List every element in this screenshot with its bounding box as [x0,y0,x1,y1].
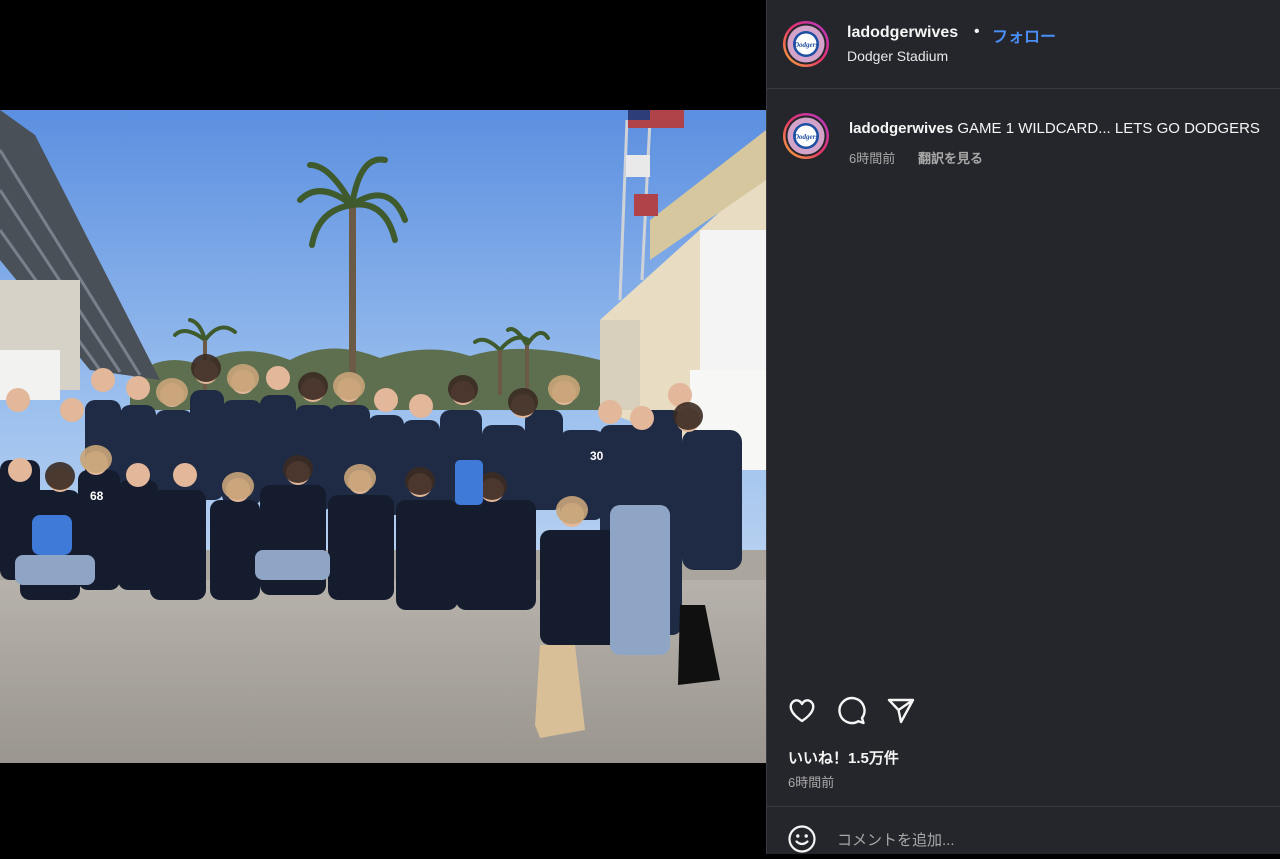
post-side-panel: Dodgers ladodgerwives • フォロー Dodger Stad… [766,0,1280,859]
logo-text: Dodgers [793,133,818,141]
caption-time: 6時間前 [849,151,896,166]
comment-input[interactable] [835,821,1259,859]
svg-text:68: 68 [90,489,104,503]
paper-plane-icon[interactable] [885,694,917,726]
add-comment-bar [767,806,1280,859]
caption-text: ladodgerwives GAME 1 WILDCARD... LETS GO… [849,120,1279,137]
post-username[interactable]: ladodgerwives [847,24,958,42]
smiley-icon[interactable] [787,824,817,854]
action-bar [767,690,1280,730]
media-pane: 30 68 [0,0,766,854]
dodgers-logo-avatar-icon[interactable]: Dodgers [782,112,830,160]
post-photo[interactable]: 30 68 [0,110,766,763]
logo-text: Dodgers [793,41,818,49]
post-location[interactable]: Dodger Stadium [847,48,948,64]
dodgers-logo-avatar-icon[interactable]: Dodgers [782,20,830,68]
dot-separator: • [974,23,980,40]
heart-icon[interactable] [786,694,818,726]
likes-count[interactable]: いいね！1.5万件 [788,747,899,768]
post-header: Dodgers ladodgerwives • フォロー Dodger Stad… [767,0,1280,89]
svg-text:30: 30 [590,449,604,463]
post-time: 6時間前 [788,775,835,790]
follow-button[interactable]: フォロー [992,23,1056,47]
translate-button[interactable]: 翻訳を見る [918,148,983,167]
comment-bubble-icon[interactable] [835,694,867,726]
caption-comment: Dodgers ladodgerwives GAME 1 WILDCARD...… [767,89,1280,189]
caption-username[interactable]: ladodgerwives [849,120,953,137]
caption-body: GAME 1 WILDCARD... LETS GO DODGERS [957,120,1260,137]
